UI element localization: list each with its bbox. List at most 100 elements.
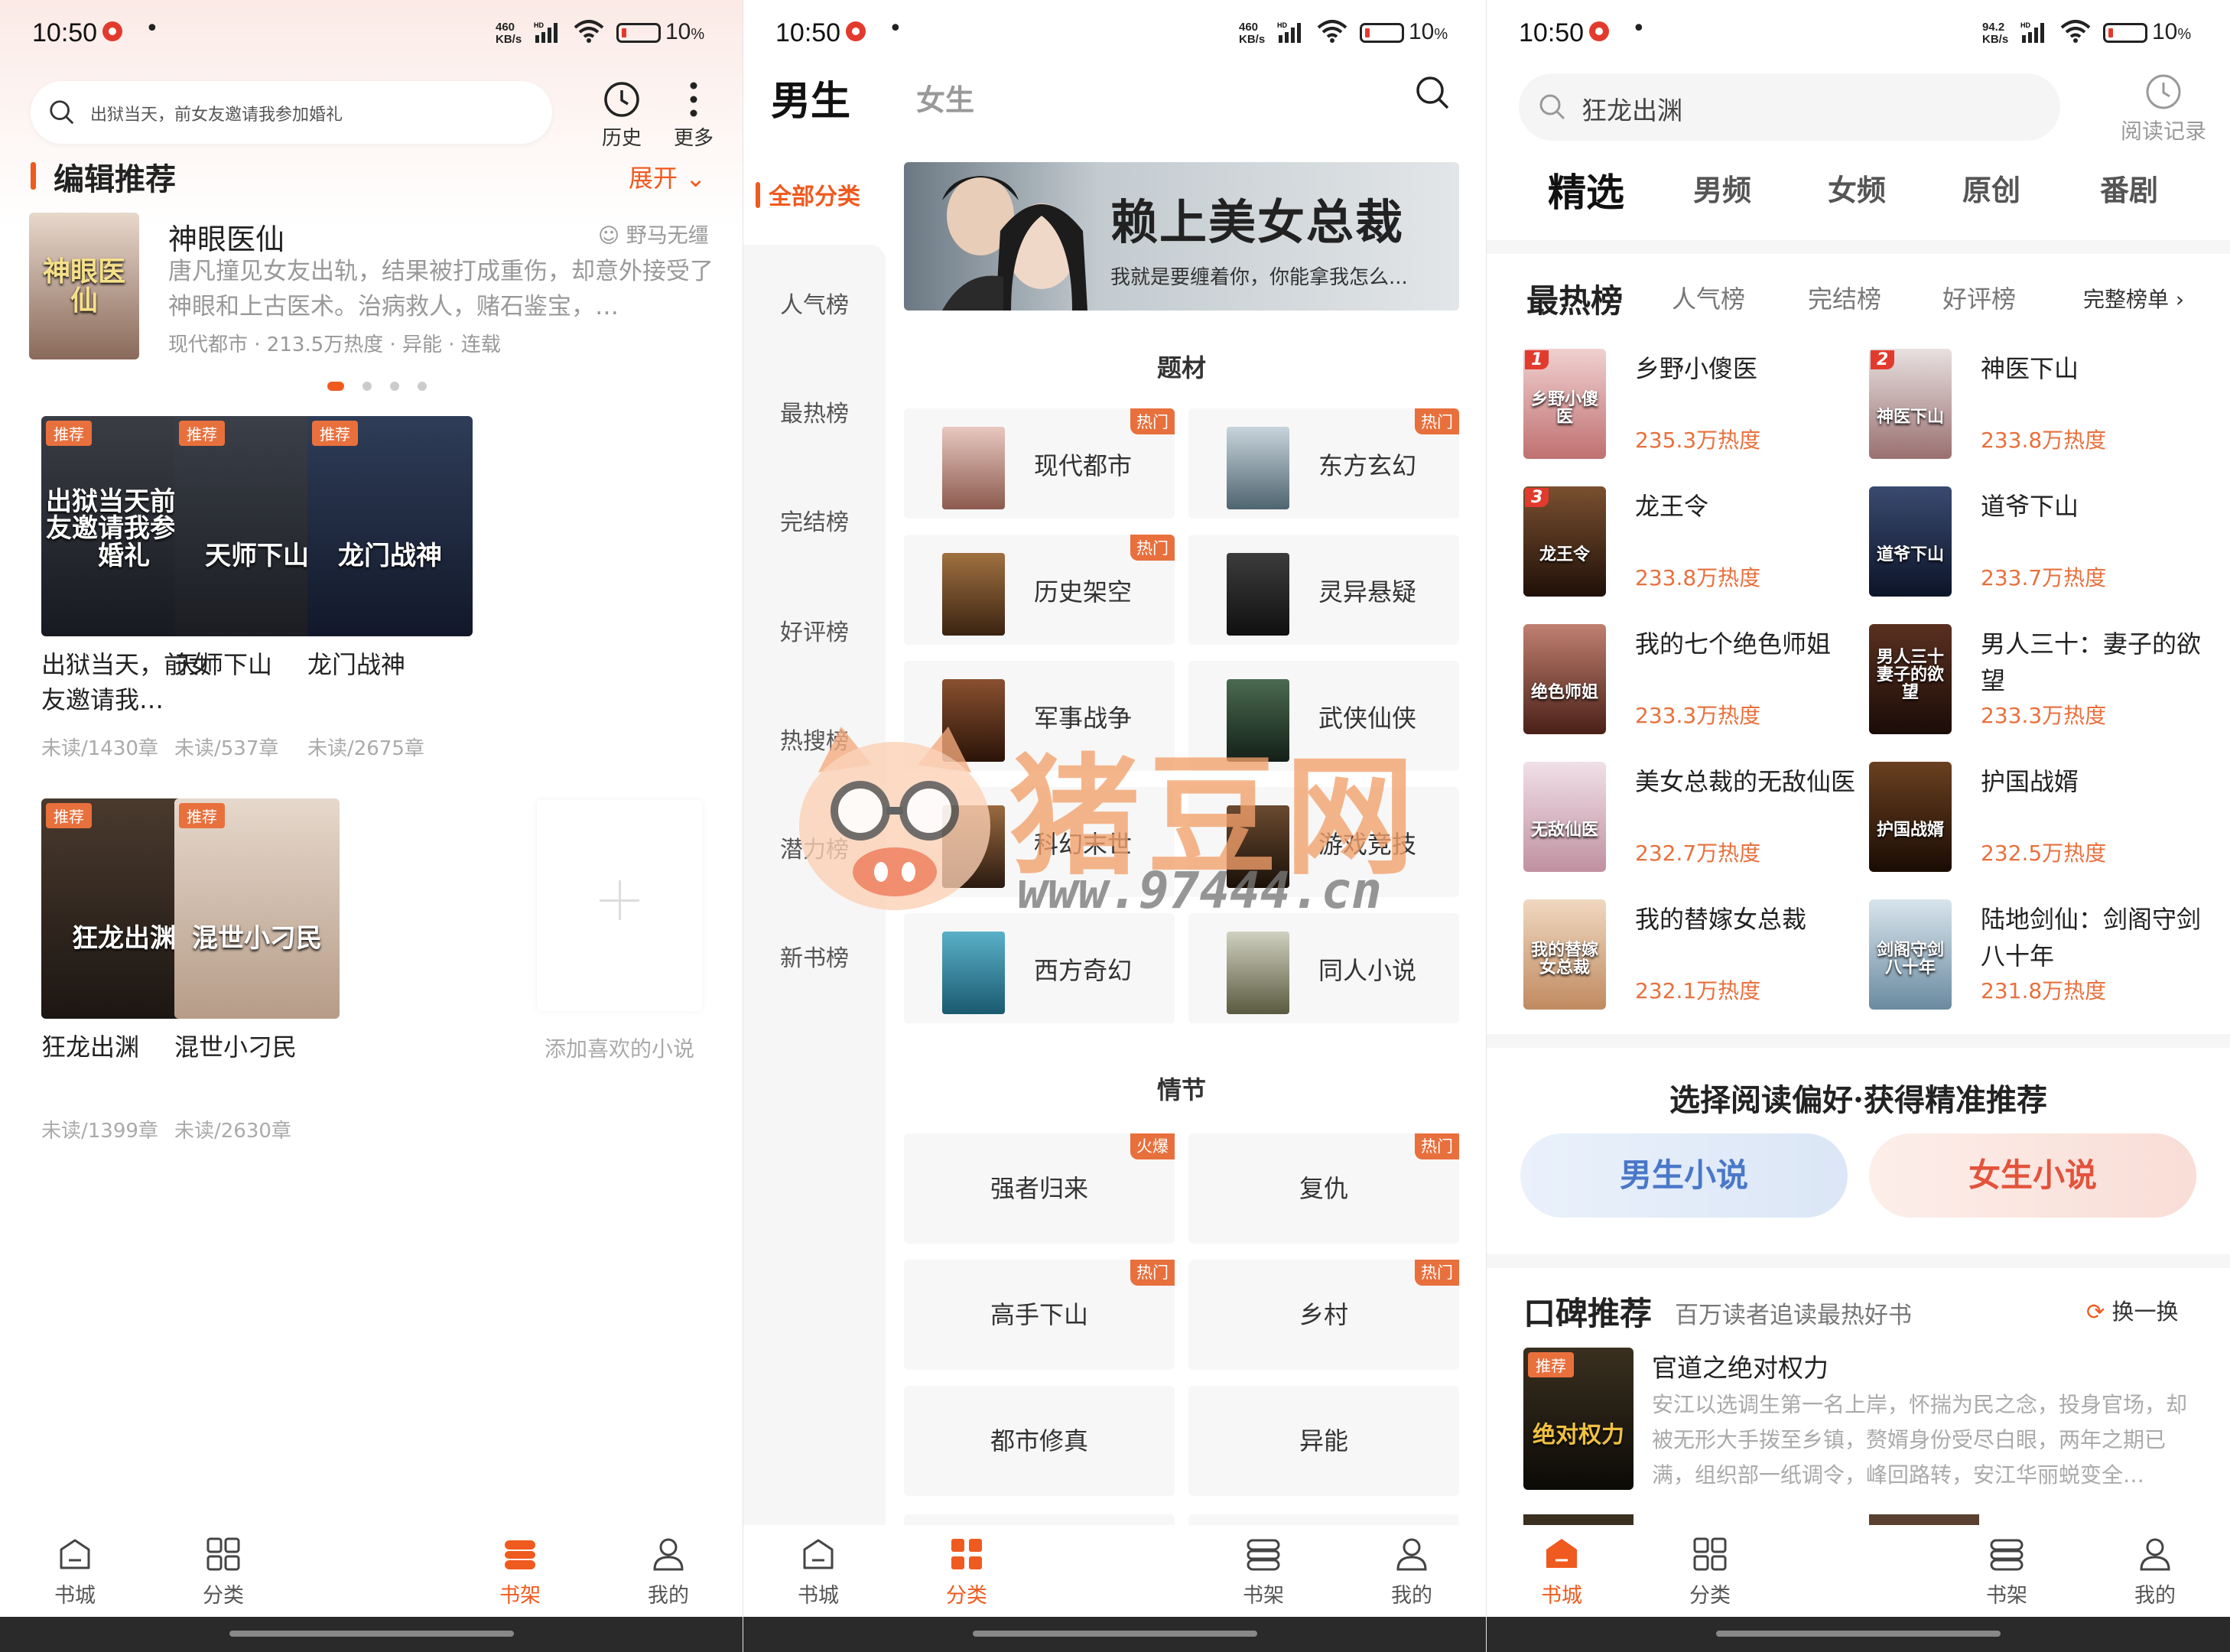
tab-bookstore[interactable]: 书城 <box>29 1534 121 1608</box>
genre-cell[interactable]: 现代都市 热门 <box>904 408 1175 519</box>
reputation-book[interactable]: 推荐 绝对权力 官道之绝对权力 安江以选调生第一名上岸，怀揣为民之念，投身官场，… <box>1523 1348 2196 1501</box>
search-placeholder: 出狱当天，前女友邀请我参加婚礼 <box>90 106 343 125</box>
genre-cell[interactable]: 武侠仙侠 <box>1188 661 1459 771</box>
history-button[interactable]: 历史 <box>595 80 649 151</box>
rank-tab[interactable]: 人气榜 <box>1672 280 1745 315</box>
female-novel-button[interactable]: 女生小说 <box>1869 1133 2196 1218</box>
expand-button[interactable]: 展开 ⌄ <box>629 159 706 194</box>
ranking-item[interactable]: 绝色师姐 我的七个绝色师姐 233.3万热度 <box>1523 624 1868 739</box>
sidebar-item[interactable]: 新书榜 <box>743 939 886 973</box>
tab-mine[interactable]: 我的 <box>1366 1534 1458 1608</box>
recommend-badge: 推荐 <box>179 803 225 828</box>
plot-cell[interactable]: 高手下山 热门 <box>904 1260 1175 1370</box>
nav-tab[interactable]: 原创 <box>1962 167 2020 209</box>
reading-history-button[interactable]: 阅读记录 <box>2114 72 2213 145</box>
ranking-item[interactable]: 剑阁守剑八十年 陆地剑仙：剑阁守剑八十年 231.8万热度 <box>1869 899 2213 1014</box>
sidebar-item[interactable]: 好评榜 <box>743 613 886 647</box>
book-heat: 231.8万热度 <box>1981 978 2107 1003</box>
tab-female[interactable]: 女生 <box>916 76 974 119</box>
nav-tab[interactable]: 精选 <box>1548 162 1624 217</box>
tab-bookshelf[interactable]: 书架 <box>1217 1534 1309 1608</box>
network-speed: 460 KB/s <box>496 21 522 46</box>
tab-mine[interactable]: 我的 <box>2109 1534 2201 1608</box>
tab-bookstore[interactable]: 书城 <box>772 1534 864 1608</box>
tab-category[interactable]: 分类 <box>1664 1534 1756 1608</box>
genre-cell[interactable]: 东方玄幻 热门 <box>1188 408 1459 519</box>
genre-cell[interactable]: 游戏竞技 <box>1188 787 1459 897</box>
sidebar-item[interactable]: 热搜榜 <box>743 722 886 756</box>
featured-book[interactable]: 神眼医仙 神眼医仙 ☺ 野马无缰 唐凡撞见女友出轨，结果被打成重伤，却意外接受了… <box>29 213 717 359</box>
book-cover: 推荐 混世小刁民 <box>174 798 340 1019</box>
section-title: 编辑推荐 <box>54 161 176 197</box>
shelf-book[interactable]: 推荐 龙门战神 龙门战神 未读/2675章 <box>297 416 480 761</box>
book-heat: 233.8万热度 <box>1981 428 2107 453</box>
tab-category[interactable]: 分类 <box>921 1534 1013 1608</box>
ranking-item[interactable]: 无敌仙医 美女总裁的无敌仙医 232.7万热度 <box>1523 762 1868 876</box>
more-label: 更多 <box>673 127 714 150</box>
tab-bookshelf[interactable]: 书架 <box>1961 1534 2053 1608</box>
user-icon <box>653 1538 684 1571</box>
search-icon[interactable] <box>1415 75 1450 110</box>
rank-tab[interactable]: 完结榜 <box>1808 280 1881 315</box>
home-icon <box>60 1539 90 1569</box>
add-book-button[interactable] <box>537 800 702 1011</box>
more-button[interactable]: 更多 <box>667 80 720 151</box>
recording-icon <box>102 21 122 41</box>
rank-tab[interactable]: 好评榜 <box>1942 280 2016 315</box>
banner-artwork <box>942 176 1087 311</box>
search-bar[interactable]: 出狱当天，前女友邀请我参加婚礼 <box>31 81 552 144</box>
nav-tab[interactable]: 番剧 <box>2100 167 2158 209</box>
banner[interactable]: 赖上美女总裁 我就是要缠着你，你能拿我怎么... <box>904 162 1459 311</box>
nav-tab[interactable]: 女频 <box>1828 167 1886 209</box>
sidebar-item[interactable]: 人气榜 <box>743 286 886 320</box>
sidebar-item[interactable]: 全部分类 <box>743 177 886 211</box>
tab-mine[interactable]: 我的 <box>623 1534 714 1608</box>
full-ranking-link[interactable]: 完整榜单 › <box>2083 283 2184 314</box>
plot-cell[interactable]: 复仇 热门 <box>1188 1133 1459 1244</box>
status-time: 10:50 <box>1519 18 1585 47</box>
plot-cell[interactable]: 异能 <box>1188 1386 1459 1496</box>
recording-icon <box>846 21 866 41</box>
plot-cell[interactable]: 都市修真 <box>904 1386 1175 1496</box>
ranking-item[interactable]: 男人三十妻子的欲望 男人三十：妻子的欲望 233.3万热度 <box>1869 624 2213 739</box>
bottom-tab-bar: 书城 分类 书架 我的 <box>743 1525 1487 1617</box>
nav-tab[interactable]: 男频 <box>1693 167 1751 209</box>
search-bar[interactable]: 狂龙出渊 <box>1519 73 2060 141</box>
ranking-item[interactable]: 3 龙王令 龙王令 233.8万热度 <box>1523 486 1868 601</box>
ranking-item[interactable]: 护国战婿 护国战婿 232.5万热度 <box>1869 762 2213 876</box>
book-progress: 未读/2675章 <box>307 737 424 760</box>
genre-cell[interactable]: 历史架空 热门 <box>904 535 1175 645</box>
featured-title: 神眼医仙 <box>168 223 285 256</box>
shelf-book[interactable]: 推荐 混世小刁民 混世小刁民 未读/2630章 <box>164 798 347 1143</box>
bottom-tab-bar: 书城 分类 书架 我的 <box>0 1525 743 1617</box>
status-time: 10:50 <box>32 18 98 47</box>
ranking-item[interactable]: 我的替嫁女总裁 我的替嫁女总裁 232.1万热度 <box>1523 899 1868 1014</box>
tab-bookstore[interactable]: 书城 <box>1516 1534 1607 1608</box>
battery-percent: 10% <box>2152 19 2192 44</box>
sidebar-item[interactable]: 潜力榜 <box>743 831 886 864</box>
tab-male[interactable]: 男生 <box>771 69 850 126</box>
genre-cell[interactable]: 西方奇幻 <box>904 913 1175 1023</box>
ranking-item[interactable]: 1 乡野小傻医 乡野小傻医 235.3万热度 <box>1523 349 1868 463</box>
genre-cell[interactable]: 军事战争 <box>904 661 1175 771</box>
genre-thumbnail <box>1227 932 1289 1014</box>
tab-category[interactable]: 分类 <box>177 1534 269 1608</box>
tab-bookshelf[interactable]: 书架 <box>474 1534 566 1608</box>
cover-title: 龙门战神 <box>338 540 442 571</box>
grid-icon <box>206 1537 240 1571</box>
ranking-item[interactable]: 2 神医下山 神医下山 233.8万热度 <box>1869 349 2213 463</box>
rank-tab[interactable]: 最热榜 <box>1526 275 1623 322</box>
plot-cell[interactable]: 乡村 热门 <box>1188 1260 1459 1370</box>
search-icon <box>50 100 74 125</box>
ranking-item[interactable]: 道爷下山 道爷下山 233.7万热度 <box>1869 486 2213 601</box>
refresh-button[interactable]: ⟳ 换一换 <box>2086 1294 2179 1326</box>
male-novel-button[interactable]: 男生小说 <box>1520 1133 1848 1218</box>
plot-cell[interactable]: 强者归来 火爆 <box>904 1133 1175 1244</box>
genre-cell[interactable]: 同人小说 <box>1188 913 1459 1023</box>
sidebar-item[interactable]: 完结榜 <box>743 503 886 537</box>
genre-cell[interactable]: 科幻末世 <box>904 787 1175 897</box>
sidebar-item[interactable]: 最热榜 <box>743 395 886 428</box>
status-bar: 10:50 • 460 KB/s HD 10% <box>0 0 743 66</box>
hot-badge: 热门 <box>1130 408 1175 434</box>
genre-cell[interactable]: 灵异悬疑 <box>1188 535 1459 645</box>
